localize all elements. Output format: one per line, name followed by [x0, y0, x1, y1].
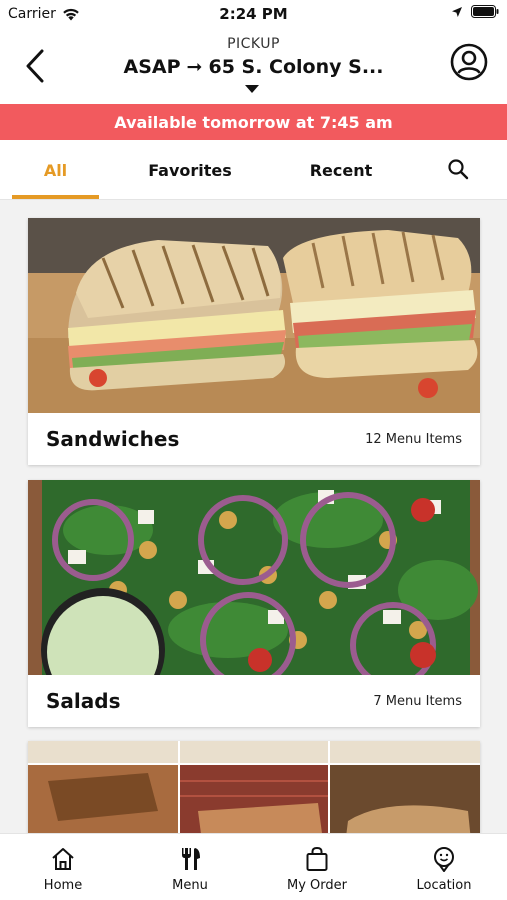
category-card-footer: Salads 7 Menu Items — [28, 675, 480, 727]
profile-button[interactable] — [449, 42, 489, 82]
tab-all[interactable]: All — [12, 140, 99, 200]
search-button[interactable] — [447, 158, 471, 182]
search-icon — [448, 159, 469, 180]
nav-my-order[interactable]: My Order — [254, 834, 380, 900]
menu-category-list[interactable]: Sandwiches 12 Menu Items Salads 7 Menu I… — [0, 200, 507, 833]
category-card-salads[interactable]: Salads 7 Menu Items — [28, 480, 480, 727]
tab-favorites[interactable]: Favorites — [140, 140, 240, 200]
category-item-count: 12 Menu Items — [365, 431, 462, 447]
nav-menu[interactable]: Menu — [127, 834, 253, 900]
category-card-footer: Sandwiches 12 Menu Items — [28, 413, 480, 465]
route-location: 65 S. Colony S... — [208, 56, 384, 78]
bag-icon — [306, 846, 328, 871]
nav-location[interactable]: Location — [381, 834, 507, 900]
caret-down-icon[interactable] — [245, 85, 259, 93]
home-icon — [52, 848, 74, 870]
bottom-navigation: Home Menu My Order Location — [0, 833, 507, 900]
order-mode-label: PICKUP — [227, 36, 280, 52]
location-icon — [434, 847, 454, 872]
battery-icon — [471, 5, 499, 18]
nav-label: Home — [43, 878, 83, 893]
route-arrow-icon: ➞ — [186, 56, 203, 78]
nav-label: Location — [416, 878, 472, 893]
category-collage-photo — [28, 741, 480, 833]
category-tabs: All Favorites Recent — [0, 140, 507, 200]
nav-label: Menu — [172, 878, 208, 893]
nav-home[interactable]: Home — [0, 834, 126, 900]
location-arrow-icon — [452, 6, 462, 17]
salad-photo — [28, 480, 480, 675]
category-card-sandwiches[interactable]: Sandwiches 12 Menu Items — [28, 218, 480, 465]
order-route-selector[interactable]: ASAP ➞ 65 S. Colony S... — [0, 56, 507, 78]
category-title: Salads — [46, 689, 121, 713]
clock: 2:24 PM — [219, 5, 288, 23]
tab-recent[interactable]: Recent — [295, 140, 387, 200]
sandwich-photo — [28, 218, 480, 413]
header: PICKUP ASAP ➞ 65 S. Colony S... — [0, 28, 507, 104]
category-item-count: 7 Menu Items — [373, 693, 462, 709]
nav-label: My Order — [287, 878, 347, 893]
category-card-next[interactable] — [28, 741, 480, 833]
status-icons — [451, 5, 499, 18]
user-circle-icon — [450, 43, 488, 81]
utensils-icon — [182, 848, 200, 870]
category-title: Sandwiches — [46, 427, 180, 451]
availability-banner: Available tomorrow at 7:45 am — [0, 104, 507, 140]
status-bar: Carrier 2:24 PM — [0, 0, 507, 28]
active-tab-indicator — [12, 195, 99, 199]
route-time: ASAP — [123, 56, 181, 78]
